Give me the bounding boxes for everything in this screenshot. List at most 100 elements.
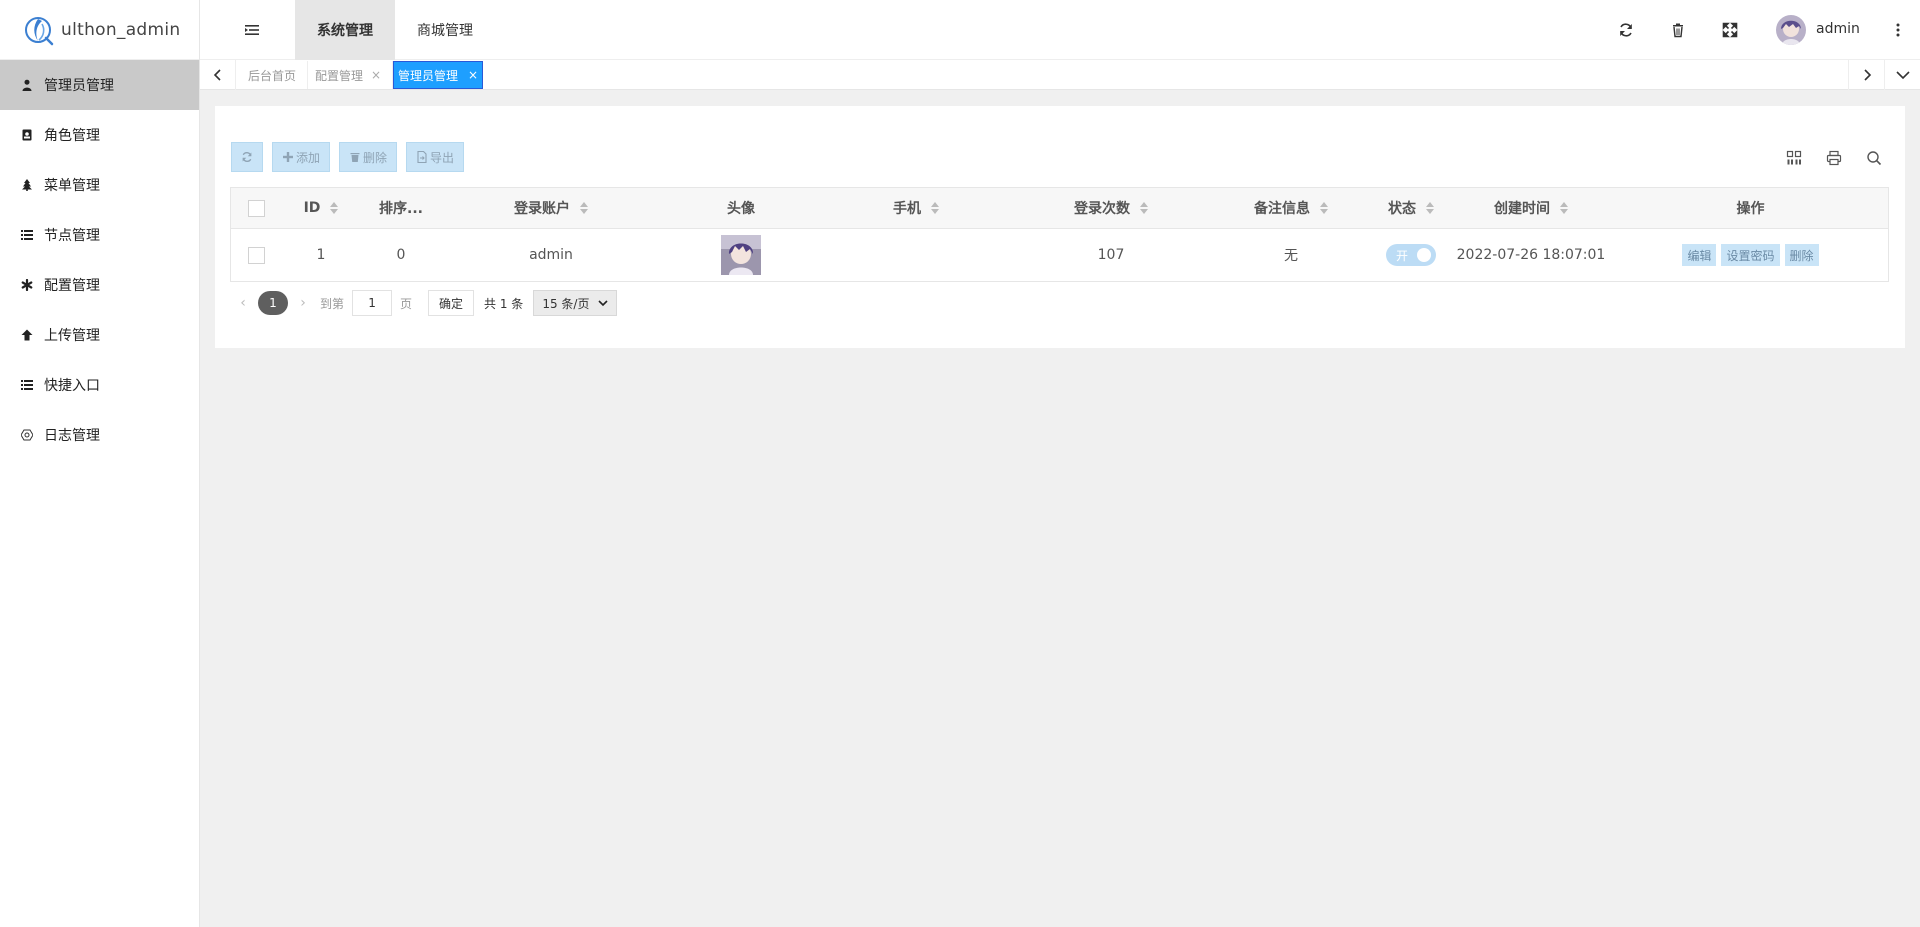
add-button[interactable]: 添加 (272, 142, 330, 172)
sidebar-item-label: 菜单管理 (44, 178, 100, 194)
sort-icon[interactable] (1560, 202, 1568, 214)
edit-button[interactable]: 编辑 (1682, 244, 1717, 266)
goto-confirm-button[interactable]: 确定 (428, 290, 475, 316)
select-all-checkbox[interactable] (247, 199, 265, 217)
column-header-label: 登录账户 (514, 201, 570, 217)
list-icon (20, 228, 34, 242)
list-icon (20, 378, 34, 392)
app-logo[interactable]: ulthon_admin (0, 0, 199, 60)
column-header-remark[interactable]: 备注信息 (1211, 188, 1371, 228)
close-icon[interactable]: × (468, 68, 478, 82)
sort-icon[interactable] (931, 202, 939, 214)
current-page[interactable]: 1 (258, 291, 288, 315)
cell-sort: 0 (396, 247, 406, 263)
delete-button[interactable]: 删除 (339, 142, 397, 172)
chevron-left-icon (213, 69, 221, 81)
gear-outline-icon (20, 428, 34, 442)
column-header-created[interactable]: 创建时间 (1451, 188, 1611, 228)
cell-phone (821, 229, 1011, 281)
refresh-icon[interactable] (1618, 22, 1634, 38)
tabs-dropdown-button[interactable] (1884, 60, 1920, 90)
column-header-label: 手机 (893, 201, 921, 217)
avatar[interactable] (1776, 15, 1806, 45)
close-icon[interactable]: × (371, 68, 381, 82)
cell-login-count: 107 (1097, 247, 1125, 263)
pagination: ‹ 1 › 到第 1 页 确定 共 1 条 15 条/页 (230, 289, 618, 317)
column-header-label: ID (303, 200, 321, 216)
refresh-table-button[interactable] (231, 142, 263, 172)
page-size-select[interactable]: 15 条/页 (533, 290, 618, 316)
sidebar-item-node[interactable]: 节点管理 (0, 210, 199, 260)
sidebar-item-shortcut[interactable]: 快捷入口 (0, 360, 199, 410)
sidebar-item-log[interactable]: 日志管理 (0, 410, 199, 460)
column-header-label: 登录次数 (1074, 201, 1130, 217)
sort-icon[interactable] (580, 202, 588, 214)
content-card: 添加 删除 导出 ID 排序... 登录账户 头像 手机 登录次数 备注信息 状… (215, 106, 1905, 348)
page-unit-label: 页 (400, 296, 413, 311)
export-button-label: 导出 (429, 150, 454, 165)
page-tab-label: 后台首页 (248, 68, 297, 83)
fullscreen-icon[interactable] (1722, 22, 1738, 38)
tab-system[interactable]: 系统管理 (295, 0, 395, 60)
sidebar-item-config[interactable]: 配置管理 (0, 260, 199, 310)
column-header-account[interactable]: 登录账户 (441, 188, 661, 228)
menu-toggle-icon[interactable] (244, 22, 260, 38)
row-checkbox[interactable] (247, 246, 265, 264)
column-header-status[interactable]: 状态 (1371, 188, 1451, 228)
sort-icon[interactable] (1140, 202, 1148, 214)
trash-icon[interactable] (1670, 22, 1686, 38)
column-header-label: 状态 (1388, 201, 1416, 217)
set-password-button[interactable]: 设置密码 (1721, 244, 1780, 266)
cell-actions: 编辑 设置密码 删除 (1611, 229, 1890, 281)
goto-page-input[interactable]: 1 (352, 290, 393, 316)
column-header-label: 操作 (1736, 201, 1765, 217)
page-tab-config[interactable]: 配置管理 × (304, 61, 394, 89)
row-select-cell (231, 229, 281, 281)
file-export-icon (417, 151, 427, 163)
status-toggle[interactable]: 开 (1386, 244, 1436, 266)
cell-status: 开 (1371, 229, 1451, 281)
next-page-button[interactable]: › (290, 295, 316, 311)
column-header-phone[interactable]: 手机 (821, 188, 1011, 228)
tab-mall[interactable]: 商城管理 (395, 0, 495, 60)
page-tab-home[interactable]: 后台首页 (237, 61, 309, 89)
column-header-sort[interactable]: 排序... (361, 188, 441, 228)
tabs-scroll-left-button[interactable] (200, 60, 236, 90)
trash-icon (350, 153, 360, 162)
more-vertical-icon[interactable] (1890, 22, 1906, 38)
column-header-id[interactable]: ID (281, 188, 361, 228)
column-header-actions: 操作 (1611, 188, 1890, 228)
column-header-label: 排序... (379, 201, 423, 217)
table-row: 1 0 admin 107 无 开 2022-07-26 18:07:01 编辑… (231, 229, 1888, 281)
user-name[interactable]: admin (1816, 21, 1860, 37)
sort-icon[interactable] (1426, 202, 1434, 214)
plus-icon (282, 152, 293, 162)
tabs-scroll-right-button[interactable] (1848, 60, 1884, 90)
sort-icon[interactable] (1320, 202, 1328, 214)
columns-filter-icon[interactable] (1786, 150, 1802, 166)
search-icon[interactable] (1866, 150, 1882, 166)
total-count: 共 1 条 (484, 296, 524, 311)
refresh-icon (242, 152, 252, 162)
goto-label: 到第 (320, 296, 345, 311)
add-button-label: 添加 (295, 150, 320, 165)
page-tabs-strip: 后台首页 配置管理 × 管理员管理 × (200, 60, 1920, 90)
cell-account: admin (529, 247, 573, 263)
prev-page-button[interactable]: ‹ (230, 295, 256, 311)
avatar[interactable] (721, 235, 761, 275)
page-tab-admin[interactable]: 管理员管理 × (393, 61, 484, 89)
sidebar-item-label: 快捷入口 (44, 378, 100, 394)
chevron-down-icon (1895, 71, 1910, 80)
delete-row-button[interactable]: 删除 (1784, 244, 1819, 266)
print-icon[interactable] (1826, 150, 1842, 166)
sort-icon[interactable] (330, 202, 339, 214)
sidebar-item-role[interactable]: 角色管理 (0, 110, 199, 160)
sidebar-item-label: 管理员管理 (44, 78, 114, 94)
sidebar-item-admin[interactable]: 管理员管理 (0, 60, 199, 110)
export-button[interactable]: 导出 (406, 142, 464, 172)
tree-icon (20, 178, 34, 192)
column-header-login-count[interactable]: 登录次数 (1011, 188, 1211, 228)
asterisk-icon (20, 278, 34, 292)
sidebar-item-menu[interactable]: 菜单管理 (0, 160, 199, 210)
sidebar-item-upload[interactable]: 上传管理 (0, 310, 199, 360)
